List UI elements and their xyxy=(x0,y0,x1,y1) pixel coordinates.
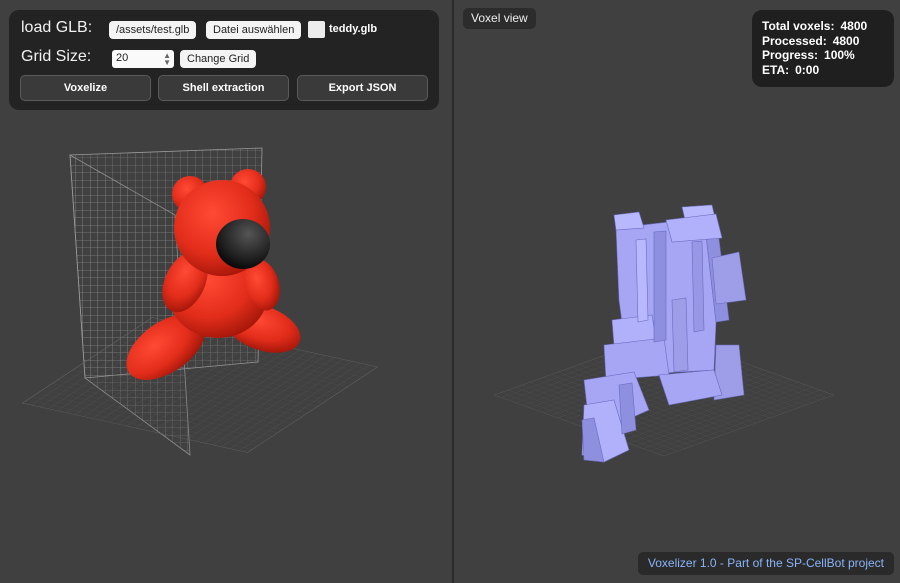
grid-size-label: Grid Size: xyxy=(21,48,92,65)
progress-label: Progress: xyxy=(762,48,819,62)
shell-extraction-button[interactable]: Shell extraction xyxy=(158,75,289,101)
voxelize-button[interactable]: Voxelize xyxy=(20,75,151,101)
voxel-view-label: Voxel view xyxy=(463,8,536,29)
grid-size-input[interactable]: 20 ▲ ▼ xyxy=(112,50,174,68)
change-grid-button[interactable]: Change Grid xyxy=(180,50,257,68)
total-voxels-label: Total voxels: xyxy=(762,19,835,33)
processed-label: Processed: xyxy=(762,33,827,48)
processed-row: Processed: 4800 xyxy=(762,34,894,49)
eta-label: ETA: xyxy=(762,62,790,77)
progress-value: 100% xyxy=(824,48,855,62)
total-voxels-value: 4800 xyxy=(840,19,868,33)
spinner-arrows-icon[interactable]: ▲ ▼ xyxy=(163,52,171,67)
color-swatch-icon[interactable] xyxy=(308,21,325,38)
load-glb-label: load GLB: xyxy=(21,19,93,36)
control-panel: load GLB: /assets/test.glb Datei auswähl… xyxy=(9,10,439,110)
footer-credit: Voxelizer 1.0 - Part of the SP-CellBot p… xyxy=(637,552,894,575)
eta-value: 0:00 xyxy=(795,62,820,77)
export-json-button[interactable]: Export JSON xyxy=(297,75,428,101)
progress-row: Progress: 100% xyxy=(762,48,894,63)
choose-file-button[interactable]: Datei auswählen xyxy=(206,21,302,39)
voxel-scene xyxy=(493,204,835,463)
file-name-label: teddy.glb xyxy=(329,23,378,35)
file-path-field[interactable]: /assets/test.glb xyxy=(109,21,197,39)
eta-row: ETA: 0:00 xyxy=(762,63,894,78)
model-viewport[interactable]: load GLB: /assets/test.glb Datei auswähl… xyxy=(0,0,452,583)
voxel-viewport[interactable]: Voxel view Total voxels: 4800 Processed: 4… xyxy=(454,0,900,583)
stats-panel: Total voxels: 4800 Processed: 4800 Progres… xyxy=(752,10,894,87)
grid-size-value: 20 xyxy=(116,52,129,64)
nose-shape xyxy=(216,219,270,269)
processed-value: 4800 xyxy=(832,33,860,48)
total-voxels-row: Total voxels: 4800 xyxy=(762,19,894,34)
